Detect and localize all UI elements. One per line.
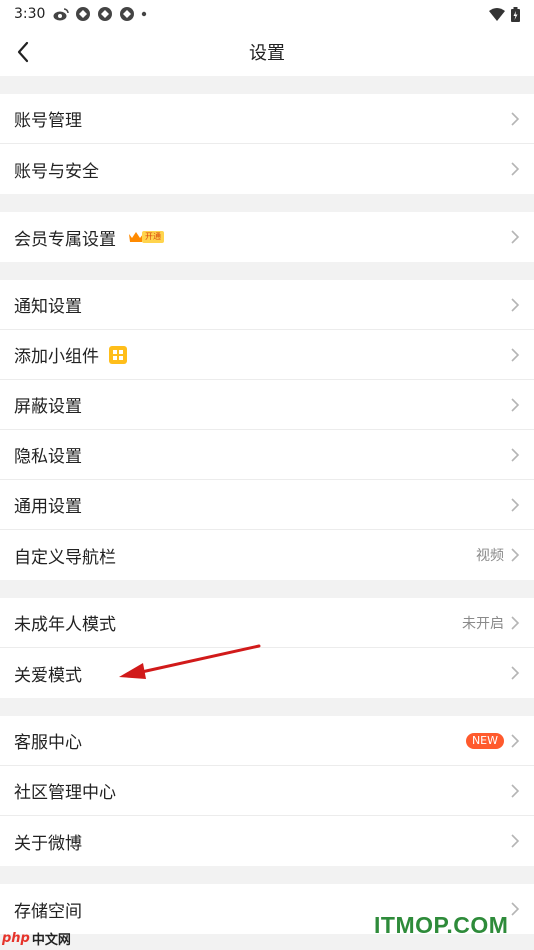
chevron-right-icon	[511, 347, 520, 362]
back-arrow-icon[interactable]	[12, 40, 36, 64]
vip-badge-text: 开通	[142, 231, 164, 243]
setting-row-community-center[interactable]: 社区管理中心	[0, 766, 534, 816]
section-divider	[0, 866, 534, 884]
setting-label: 客服中心	[14, 733, 82, 753]
setting-value: 视频	[476, 548, 504, 564]
setting-label: 未成年人模式	[14, 615, 116, 635]
setting-label: 存储空间	[14, 901, 82, 922]
setting-label: 通知设置	[14, 297, 82, 317]
section-divider	[0, 580, 534, 598]
watermark-cn-text: 中文网	[31, 932, 71, 948]
chevron-right-icon	[511, 783, 520, 798]
nav-bar: 设置	[0, 28, 534, 76]
setting-label: 账号管理	[14, 111, 82, 131]
section-divider	[0, 698, 534, 716]
section-divider	[0, 194, 534, 212]
setting-label: 账号与安全	[14, 161, 99, 182]
chevron-right-icon	[511, 733, 520, 748]
setting-row-account-security[interactable]: 账号与安全	[0, 144, 534, 194]
setting-label: 关于微博	[14, 833, 82, 854]
setting-label: 社区管理中心	[14, 783, 116, 803]
chevron-right-icon	[511, 447, 520, 462]
setting-label: 自定义导航栏	[14, 547, 116, 568]
chevron-right-icon	[511, 615, 520, 630]
chevron-right-icon	[511, 834, 520, 848]
setting-row-custom-nav[interactable]: 自定义导航栏 视频	[0, 530, 534, 580]
wifi-icon	[489, 7, 505, 21]
setting-label: 会员专属设置	[14, 229, 116, 250]
setting-row-care-mode[interactable]: 关爱模式	[0, 648, 534, 698]
chevron-right-icon	[511, 497, 520, 512]
chevron-right-icon	[511, 230, 520, 244]
chevron-right-icon	[511, 548, 520, 562]
setting-row-block[interactable]: 屏蔽设置	[0, 380, 534, 430]
section-divider	[0, 262, 534, 280]
setting-row-privacy[interactable]: 隐私设置	[0, 430, 534, 480]
widget-grid-icon	[109, 345, 127, 364]
setting-row-general[interactable]: 通用设置	[0, 480, 534, 530]
watermark-php-cn: php 中文网	[2, 928, 71, 948]
chevron-right-icon	[511, 111, 520, 126]
app-notification-icon	[98, 7, 113, 21]
setting-row-notifications[interactable]: 通知设置	[0, 280, 534, 330]
setting-row-about[interactable]: 关于微博	[0, 816, 534, 866]
settings-list: 账号管理 账号与安全 会员专属设置 开通 通知设置 添加小组件 屏蔽设置 隐私设…	[0, 76, 534, 934]
setting-row-account-management[interactable]: 账号管理	[0, 94, 534, 144]
watermark-php-text: php	[2, 930, 30, 946]
chevron-right-icon	[511, 162, 520, 176]
battery-icon	[511, 6, 520, 22]
setting-row-add-widget[interactable]: 添加小组件	[0, 330, 534, 380]
setting-label: 通用设置	[14, 497, 82, 517]
setting-row-vip-settings[interactable]: 会员专属设置 开通	[0, 212, 534, 262]
chevron-right-icon	[511, 397, 520, 412]
app-notification-icon	[120, 7, 135, 21]
status-bar: 3:30	[0, 0, 534, 28]
chevron-right-icon	[511, 297, 520, 312]
setting-row-minor-mode[interactable]: 未成年人模式 未开启	[0, 598, 534, 648]
setting-label: 关爱模式	[14, 665, 82, 686]
status-time: 3:30	[14, 6, 46, 22]
new-badge: NEW	[465, 732, 504, 749]
page-title: 设置	[249, 43, 285, 64]
setting-label: 添加小组件	[14, 347, 99, 367]
chevron-right-icon	[511, 666, 520, 680]
setting-value: 未开启	[462, 615, 504, 632]
weibo-icon	[53, 8, 70, 21]
chevron-right-icon	[511, 902, 520, 916]
section-divider	[0, 76, 534, 94]
more-notifications-dot-icon	[142, 11, 147, 17]
setting-row-customer-service[interactable]: 客服中心 NEW	[0, 716, 534, 766]
setting-label: 隐私设置	[14, 447, 82, 467]
vip-open-badge: 开通	[128, 230, 164, 244]
app-notification-icon	[76, 7, 91, 21]
setting-label: 屏蔽设置	[14, 397, 82, 417]
watermark-itmop: ITMOP.COM	[374, 912, 509, 938]
